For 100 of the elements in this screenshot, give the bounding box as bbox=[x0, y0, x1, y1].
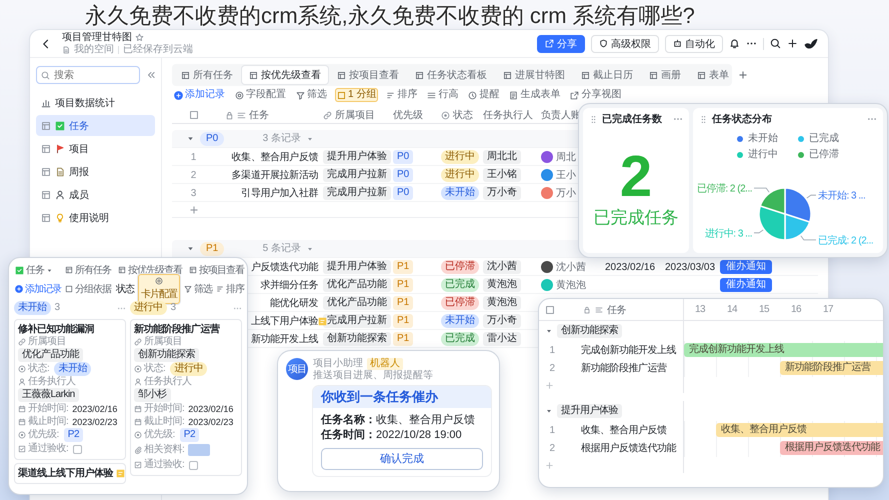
owner-name: 沈小茜 bbox=[556, 260, 586, 274]
toolbar-button[interactable]: 添加记录 bbox=[14, 282, 62, 296]
drag-handle-icon[interactable] bbox=[589, 114, 598, 124]
field-label: 开始时间: bbox=[144, 402, 184, 414]
sidebar-item[interactable]: 项目 bbox=[36, 138, 155, 159]
project-tag: 完成用户拉新 bbox=[323, 186, 391, 200]
priority-tag: P1 bbox=[393, 296, 414, 310]
collapse-icon[interactable] bbox=[146, 70, 156, 80]
card-title: 任务状态分布 bbox=[712, 112, 772, 126]
sort-icon bbox=[216, 285, 224, 293]
remind-button[interactable]: 催办通知 bbox=[720, 278, 772, 292]
select-all-checkbox[interactable] bbox=[545, 304, 555, 314]
view-tab[interactable]: 按项目查看 bbox=[330, 66, 406, 84]
status-field-icon bbox=[134, 365, 142, 373]
toolbar-button[interactable]: 行高 bbox=[425, 88, 460, 102]
view-tab[interactable]: 任务状态看板 bbox=[408, 66, 494, 84]
view-tab[interactable]: 所有任务 bbox=[174, 66, 240, 84]
search-field[interactable]: 搜索 bbox=[36, 66, 140, 84]
task-card[interactable]: 修补已知功能漏洞 所属项目 优化产品功能 状态: 未开始 任务执行人 王薇薇Larkin 开始时间: 2023/02/16 截止时间: 2023/02/23 优先级: P2 通过验收: bbox=[14, 319, 126, 460]
view-tab[interactable]: 进展甘特图 bbox=[496, 66, 572, 84]
priority-tag: P0 bbox=[393, 150, 414, 164]
assignee-tag: 雷小达 bbox=[483, 332, 521, 346]
table-icon bbox=[649, 70, 658, 80]
toolbar-button[interactable]: 分组依据 状态 bbox=[64, 282, 135, 296]
toolbar-button[interactable]: 提醒 bbox=[466, 88, 502, 102]
gear-icon bbox=[235, 90, 244, 100]
message-line: 任务时间：2022/10/28 19:00 bbox=[321, 428, 463, 442]
star-icon[interactable] bbox=[135, 33, 144, 42]
table-icon bbox=[415, 70, 424, 80]
task-card[interactable]: 渠道线上线下用户体验 bbox=[14, 463, 126, 484]
status-tag: 进行中 bbox=[130, 301, 166, 315]
caret-icon[interactable] bbox=[545, 327, 553, 335]
automation-button[interactable]: 自动化 bbox=[665, 34, 723, 52]
view-tab[interactable]: 按项目查看 bbox=[188, 263, 245, 277]
sidebar-item[interactable]: 周报 bbox=[36, 161, 155, 182]
caret-icon[interactable] bbox=[545, 407, 553, 415]
sidebar-item[interactable]: 任务 bbox=[36, 115, 155, 136]
table-icon bbox=[65, 266, 73, 274]
add-row-icon[interactable] bbox=[545, 380, 554, 390]
sidebar-item[interactable]: 成员 bbox=[36, 184, 155, 205]
column-header: 任务 bbox=[607, 304, 626, 316]
view-tab[interactable]: 所有任务 bbox=[64, 263, 112, 277]
sort-icon bbox=[386, 90, 396, 100]
select-all-checkbox[interactable] bbox=[188, 110, 198, 120]
search-icon[interactable] bbox=[770, 38, 781, 49]
toolbar-button[interactable]: 筛选 bbox=[294, 88, 329, 102]
view-tab[interactable]: 截止日历 bbox=[574, 66, 640, 84]
checkbox[interactable] bbox=[189, 460, 198, 470]
view-tab[interactable]: 按优先级查看 bbox=[242, 66, 328, 84]
remind-button[interactable]: 催办通知 bbox=[720, 260, 772, 274]
add-row-icon[interactable] bbox=[545, 460, 554, 470]
toolbar-button[interactable]: 排序 bbox=[215, 282, 245, 296]
field-label: 所属项目 bbox=[28, 336, 66, 348]
sidebar-item[interactable]: 项目数据统计 bbox=[36, 92, 155, 113]
project-tag: 优化产品功能 bbox=[323, 278, 391, 292]
confirm-button[interactable]: 确认完成 bbox=[321, 448, 483, 470]
field-label: 所属项目 bbox=[144, 336, 182, 348]
day-label: 13 bbox=[694, 304, 706, 315]
table-switcher[interactable]: 任务 bbox=[14, 263, 54, 277]
link-icon bbox=[134, 338, 142, 346]
view-tab[interactable]: 画册 bbox=[642, 66, 688, 84]
leader-line bbox=[754, 188, 770, 193]
status-tag: 未开始 bbox=[54, 362, 91, 376]
document-icon bbox=[55, 166, 65, 176]
toolbar-button[interactable]: 1 分组 bbox=[335, 88, 378, 102]
task-card[interactable]: 新功能阶段推广运营 所属项目 创新功能探索 状态: 进行中 任务执行人 邹小杉 开始时间: 2023/02/16 截止时间: 2023/02/23 优先级: P2 相关资料: 通过验收: bbox=[130, 319, 242, 476]
share-button[interactable]: 分享 bbox=[537, 34, 585, 52]
field-label: 状态: bbox=[28, 363, 50, 375]
bot-description: 推送项目进展、周报提醒等 bbox=[313, 370, 433, 382]
card-title: 渠道线上线下用户体验 bbox=[18, 467, 113, 480]
assignee-tag: 黄泡泡 bbox=[483, 296, 521, 310]
toolbar-button[interactable]: 字段配置 bbox=[233, 88, 288, 102]
permission-button[interactable]: 高级权限 bbox=[591, 34, 659, 52]
checkbox-field-icon bbox=[134, 461, 142, 469]
toolbar-button[interactable]: 分享视图 bbox=[568, 88, 624, 102]
owner-name: 黄泡泡 bbox=[556, 278, 586, 292]
priority-tag: P1 bbox=[393, 278, 414, 292]
field-label: 截止时间: bbox=[144, 416, 184, 428]
leader-line bbox=[754, 230, 764, 234]
add-tab-icon[interactable] bbox=[738, 70, 748, 80]
checkbox-field-icon bbox=[18, 445, 26, 453]
table-icon bbox=[189, 266, 197, 274]
sidebar-item[interactable]: 使用说明 bbox=[36, 207, 155, 228]
view-tab[interactable]: 表单 bbox=[690, 66, 736, 84]
leader-line bbox=[800, 235, 816, 240]
bell-icon[interactable] bbox=[729, 38, 740, 49]
assignee-tag: 王薇薇Larkin bbox=[18, 388, 79, 402]
drag-handle-icon[interactable] bbox=[699, 114, 708, 124]
toolbar-button[interactable]: 添加记录 bbox=[172, 88, 227, 102]
data-label: 进行中: 3 ... bbox=[704, 228, 752, 240]
record-count: 5 条记录 bbox=[262, 242, 301, 256]
checkbox[interactable] bbox=[73, 444, 82, 454]
status-tag: 进行中 bbox=[441, 150, 479, 164]
toolbar-button[interactable]: 筛选 bbox=[183, 282, 213, 296]
project-tag: 提升用户体验 bbox=[323, 150, 391, 164]
toolbar-button[interactable]: 生成表单 bbox=[507, 88, 562, 102]
legend-label: 已停滞 bbox=[809, 148, 839, 162]
toolbar-button[interactable]: 排序 bbox=[384, 88, 420, 102]
add-icon[interactable] bbox=[787, 38, 798, 49]
add-row-icon[interactable] bbox=[188, 205, 198, 215]
